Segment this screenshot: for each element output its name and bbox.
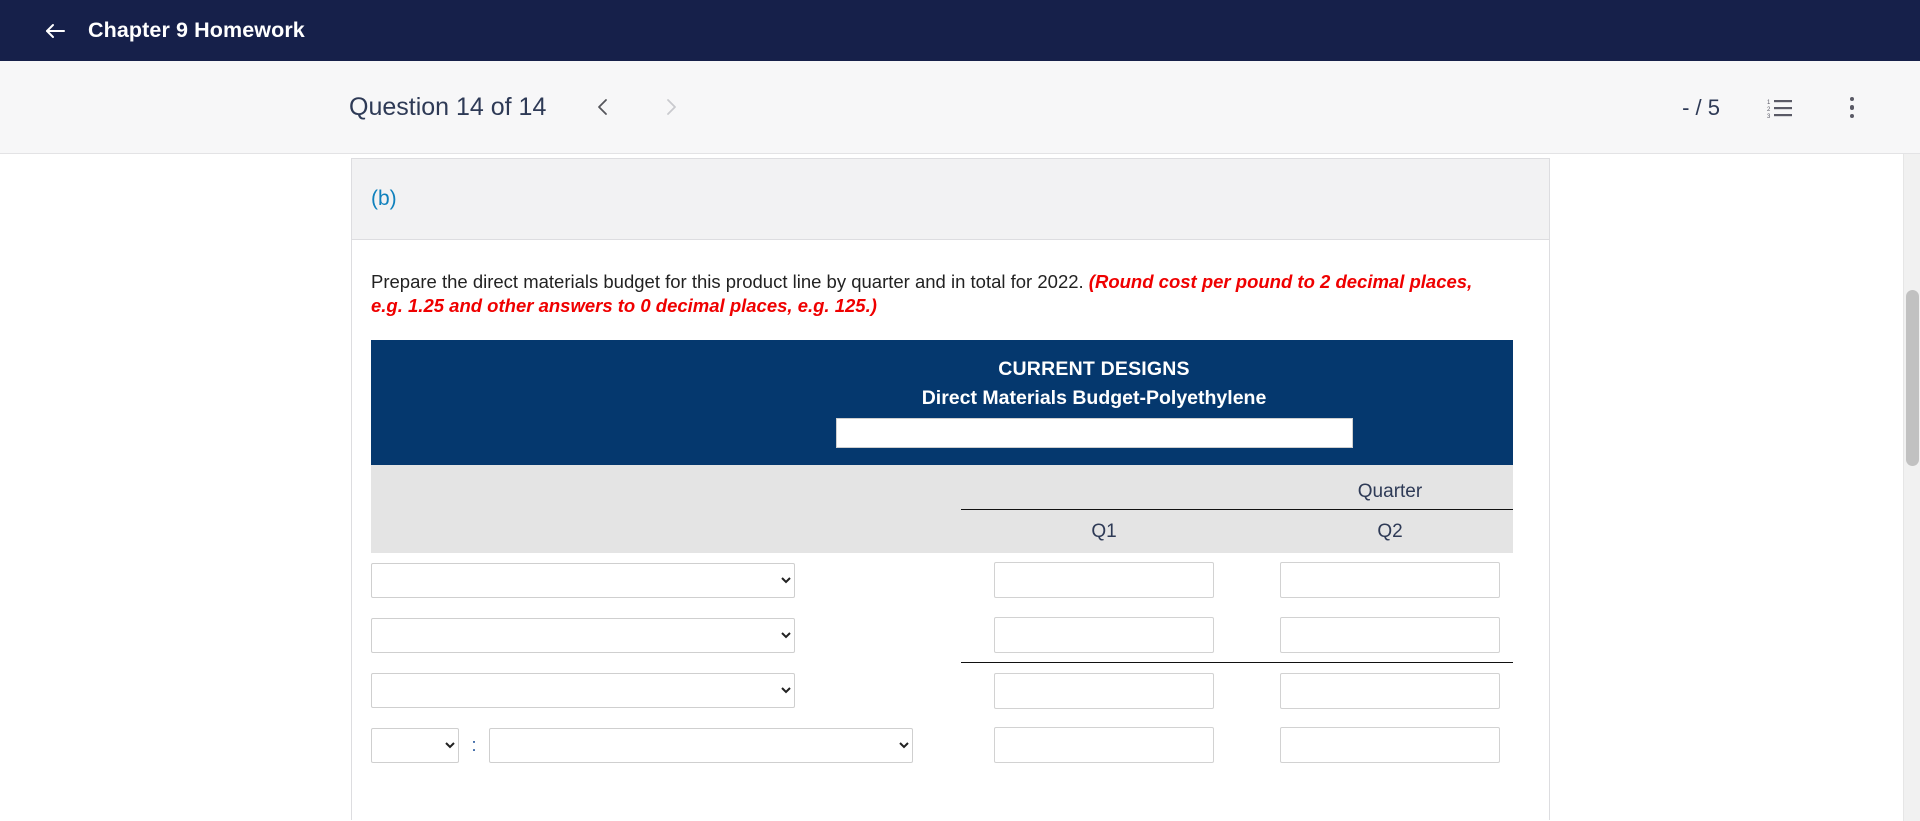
quarter-caption-cell: Quarter xyxy=(961,465,1513,510)
dot xyxy=(1849,96,1855,102)
dot xyxy=(1849,113,1855,119)
budget-table-wrapper: CURRENT DESIGNS Direct Materials Budget-… xyxy=(371,340,1513,773)
row-4-prefix-select[interactable] xyxy=(371,727,459,763)
row-2-q2-cell xyxy=(1247,607,1513,664)
table-title-block: CURRENT DESIGNS Direct Materials Budget-… xyxy=(371,340,1513,449)
table-subtitle: Direct Materials Budget-Polyethylene xyxy=(921,387,1267,410)
table-quarter-caption-row: Quarter xyxy=(371,465,1513,510)
row-3-q1-input[interactable] xyxy=(994,672,1214,709)
question-part-header: (b) xyxy=(351,158,1550,240)
dot xyxy=(1849,105,1855,110)
table-title-cell: CURRENT DESIGNS Direct Materials Budget-… xyxy=(371,340,1513,466)
row-4-q1-input[interactable] xyxy=(994,727,1214,764)
column-header-q1-label: Q1 xyxy=(1091,520,1117,542)
page-title: Chapter 9 Homework xyxy=(88,18,305,42)
row-4-q2-input[interactable] xyxy=(1280,727,1500,764)
row-1-q1-cell xyxy=(961,552,1247,608)
svg-text:2: 2 xyxy=(1767,107,1771,113)
app-header: Chapter 9 Homework xyxy=(0,0,1920,61)
question-prompt: Prepare the direct materials budget for … xyxy=(352,270,1522,317)
table-row: : xyxy=(371,717,1513,773)
column-header-q1: Q1 xyxy=(961,508,1247,553)
table-column-header-row: Q1 Q2 xyxy=(371,508,1513,553)
row-label-cell xyxy=(371,607,961,663)
question-body: Prepare the direct materials budget for … xyxy=(351,240,1550,820)
question-content-scroll-area[interactable]: (b) Prepare the direct materials budget … xyxy=(0,154,1920,821)
numbered-list-icon[interactable]: 1 2 3 xyxy=(1760,88,1800,128)
row-3-q1-cell xyxy=(961,662,1247,718)
column-header-q2: Q2 xyxy=(1247,508,1513,553)
row-2-q1-cell xyxy=(961,607,1247,664)
vertical-scrollbar[interactable] xyxy=(1903,154,1920,821)
direct-materials-budget-table: CURRENT DESIGNS Direct Materials Budget-… xyxy=(371,340,1513,773)
row-label-cell: : xyxy=(371,717,961,773)
question-counter: Question 14 of 14 xyxy=(349,92,547,121)
vertical-scroll-thumb[interactable] xyxy=(1906,290,1919,466)
column-header-q2-label: Q2 xyxy=(1377,520,1403,542)
row-2-q1-input[interactable] xyxy=(994,617,1214,654)
score-display: - / 5 xyxy=(1682,94,1720,120)
chevron-left-icon[interactable] xyxy=(582,86,624,128)
row-3-q2-input[interactable] xyxy=(1280,672,1500,709)
part-label: (b) xyxy=(371,187,397,210)
question-toolbar: Question 14 of 14 - / 5 1 2 3 xyxy=(0,61,1920,154)
row-1-q2-input[interactable] xyxy=(1280,562,1500,599)
row-1-q1-input[interactable] xyxy=(994,562,1214,599)
table-row xyxy=(371,662,1513,718)
row-1-q2-cell xyxy=(1247,552,1513,608)
table-row xyxy=(371,552,1513,608)
row-3-label-select[interactable] xyxy=(371,672,795,708)
row-label-cell xyxy=(371,552,961,608)
spacer-cell xyxy=(371,509,961,553)
row-1-label-select[interactable] xyxy=(371,562,795,598)
chevron-right-icon[interactable] xyxy=(650,86,692,128)
svg-text:1: 1 xyxy=(1767,100,1771,106)
row-label-cell xyxy=(371,662,961,718)
row-3-q2-cell xyxy=(1247,662,1513,718)
table-title-row: CURRENT DESIGNS Direct Materials Budget-… xyxy=(371,340,1513,466)
question-nav-group: Question 14 of 14 xyxy=(349,86,692,128)
quarter-caption: Quarter xyxy=(1357,480,1423,502)
row-4-separator: : xyxy=(471,735,477,756)
row-4-q2-cell xyxy=(1247,717,1513,773)
table-period-input[interactable] xyxy=(835,418,1353,449)
spacer-cell xyxy=(371,465,961,510)
back-arrow-icon[interactable] xyxy=(40,16,70,46)
row-2-q2-input[interactable] xyxy=(1280,617,1500,654)
more-vertical-icon[interactable] xyxy=(1832,88,1872,128)
company-name: CURRENT DESIGNS xyxy=(998,358,1190,381)
row-2-label-select[interactable] xyxy=(371,617,795,653)
svg-text:3: 3 xyxy=(1767,114,1771,119)
question-tools-group: - / 5 1 2 3 xyxy=(1682,61,1920,154)
prompt-main-text: Prepare the direct materials budget for … xyxy=(371,271,1089,292)
row-4-q1-cell xyxy=(961,717,1247,773)
question-card: (b) Prepare the direct materials budget … xyxy=(351,158,1550,820)
table-row xyxy=(371,607,1513,664)
more-dots xyxy=(1849,96,1855,119)
row-4-label-select[interactable] xyxy=(488,727,913,763)
